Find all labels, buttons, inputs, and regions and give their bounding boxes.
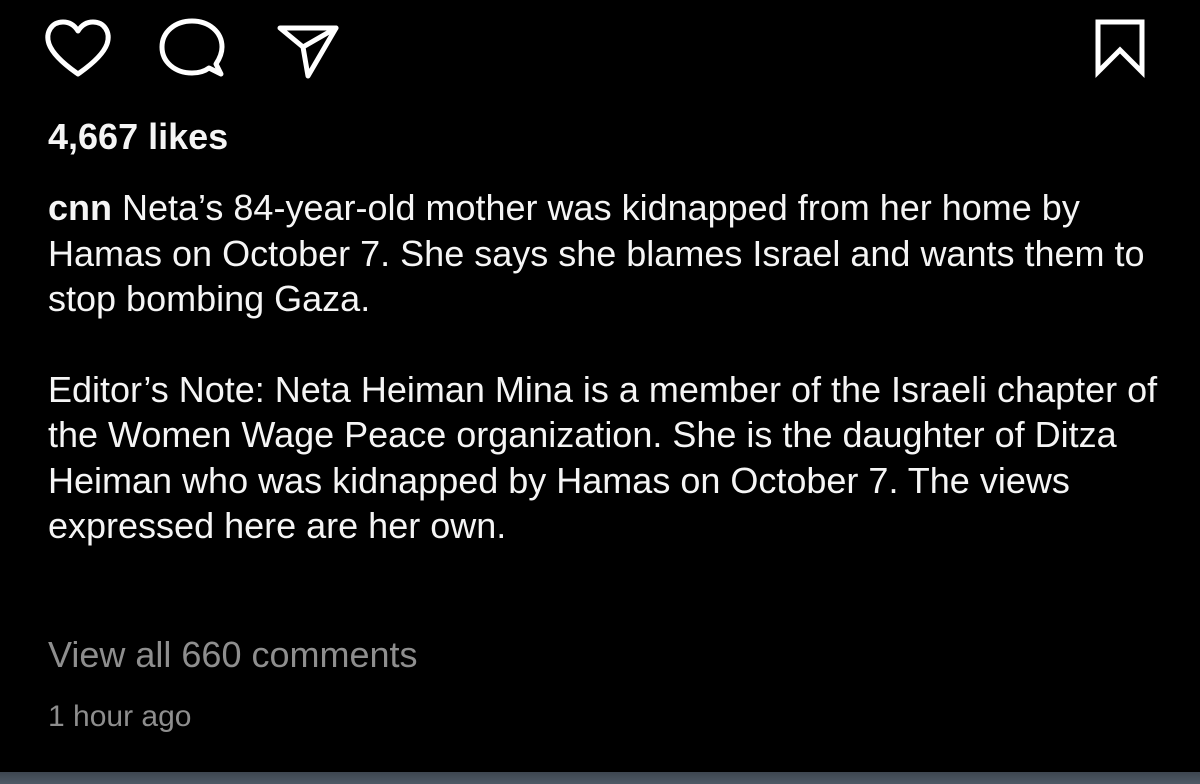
likes-count[interactable]: 4,667 likes (48, 112, 228, 162)
heart-icon[interactable] (40, 10, 116, 86)
username-link[interactable]: cnn (48, 187, 112, 228)
caption-paragraph: cnn Neta’s 84-year-old mother was kidnap… (48, 185, 1168, 322)
paper-plane-icon[interactable] (270, 10, 346, 86)
post-caption: cnn Neta’s 84-year-old mother was kidnap… (48, 185, 1168, 549)
bottom-edge-strip (0, 772, 1200, 784)
post-timestamp: 1 hour ago (48, 700, 192, 733)
post-action-bar (0, 0, 1200, 100)
bookmark-icon[interactable] (1082, 10, 1158, 86)
caption-text: Neta’s 84-year-old mother was kidnapped … (48, 187, 1145, 319)
comment-bubble-icon[interactable] (154, 10, 230, 86)
view-all-comments-link[interactable]: View all 660 comments (48, 630, 418, 680)
editor-note: Editor’s Note: Neta Heiman Mina is a mem… (48, 368, 1158, 547)
